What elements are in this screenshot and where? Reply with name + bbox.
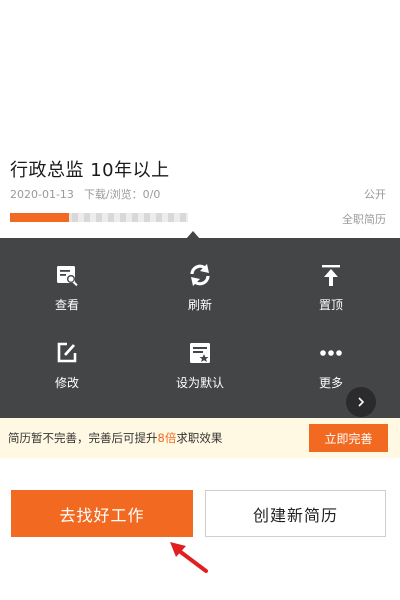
resume-stats: 下载/浏览：0/0 <box>83 188 161 201</box>
menu-label-edit: 修改 <box>54 376 79 390</box>
menu-item-pin-top[interactable]: 置顶 <box>276 262 386 332</box>
chevron-right-icon <box>358 397 365 407</box>
resume-meta: 2020-01-13 下载/浏览：0/0 <box>10 186 160 202</box>
menu-item-view[interactable]: 查看 <box>12 262 122 332</box>
visibility-status[interactable]: 公开 <box>364 186 386 202</box>
menu-label-pin-top: 置顶 <box>318 298 343 312</box>
create-resume-button[interactable]: 创建新简历 <box>205 490 386 537</box>
edit-icon <box>57 342 77 363</box>
pin-top-icon <box>322 265 340 286</box>
red-arrow-icon <box>170 542 208 573</box>
view-icon <box>57 266 78 287</box>
resume-title: 行政总监 10年以上 <box>10 160 170 181</box>
notice-text-after: 求职效果 <box>176 431 223 445</box>
resume-type: 全职简历 <box>342 213 386 226</box>
set-default-icon <box>190 343 210 363</box>
menu-label-view: 查看 <box>54 298 79 312</box>
action-menu: 查看 刷新 置顶 修改 设为默认 更多 <box>0 238 400 418</box>
completeness-fill <box>10 213 69 222</box>
resume-date: 2020-01-13 <box>10 188 74 201</box>
find-job-button[interactable]: 去找好工作 <box>11 490 193 537</box>
menu-label-set-default: 设为默认 <box>175 376 224 390</box>
notice-highlight: 8倍 <box>157 431 177 445</box>
menu-item-edit[interactable]: 修改 <box>12 340 122 410</box>
menu-label-refresh: 刷新 <box>187 298 212 312</box>
completeness-bar <box>10 213 188 222</box>
refresh-icon <box>190 264 210 286</box>
more-icon <box>320 350 342 356</box>
notice-text-before: 简历暂不完善，完善后可提升 <box>8 431 158 445</box>
top-blank-area <box>0 0 400 142</box>
menu-label-more: 更多 <box>318 376 343 390</box>
menu-item-refresh[interactable]: 刷新 <box>145 262 255 332</box>
notice-text: 简历暂不完善，完善后可提升8倍求职效果 <box>8 430 222 446</box>
resume-card[interactable]: 行政总监 10年以上 2020-01-13 下载/浏览：0/0 公开 全职简历 <box>0 142 400 238</box>
complete-now-button[interactable]: 立即完善 <box>309 424 388 452</box>
menu-item-set-default[interactable]: 设为默认 <box>145 340 255 410</box>
completeness-blur <box>72 213 188 222</box>
menu-next-button[interactable] <box>346 387 376 417</box>
completeness-notice: 简历暂不完善，完善后可提升8倍求职效果 立即完善 <box>0 418 400 458</box>
